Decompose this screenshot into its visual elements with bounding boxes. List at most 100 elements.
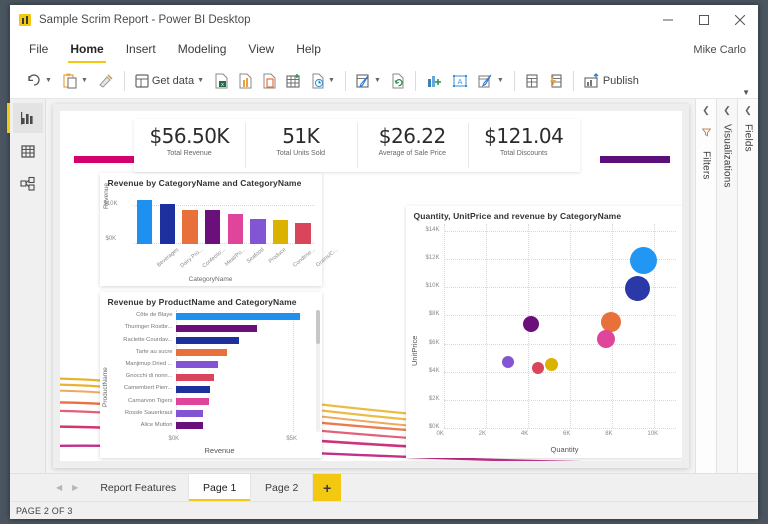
chevron-right-icon[interactable]: ▶ xyxy=(72,483,78,492)
ribbon-tab-file[interactable]: File xyxy=(18,37,59,63)
sidebar-item-data-view[interactable] xyxy=(13,136,43,166)
product-bar[interactable] xyxy=(175,361,219,369)
expand-ribbon-chevron-down-icon[interactable]: ▼ xyxy=(742,88,750,97)
new-measure-button[interactable]: ▼ xyxy=(473,67,509,95)
sidebar-item-report-view[interactable] xyxy=(6,103,43,133)
visual-revenue-by-product-bar-chart[interactable]: Revenue by ProductName and CategoryName … xyxy=(99,292,322,458)
column-bar[interactable] xyxy=(182,209,198,244)
product-bar[interactable] xyxy=(175,422,203,430)
scatter-bubble[interactable] xyxy=(523,315,540,332)
kpi-card-average-sale-price[interactable]: $26.22 Average of Sale Price xyxy=(356,119,469,172)
page-tab-page-2[interactable]: Page 2 xyxy=(251,474,314,501)
product-bar[interactable] xyxy=(175,337,240,344)
column-bar[interactable] xyxy=(272,220,289,244)
kpi-card-total-revenue[interactable]: $56.50K Total Revenue xyxy=(134,119,246,172)
gridline-y xyxy=(443,371,676,373)
product-bar[interactable] xyxy=(175,373,215,381)
column-bar[interactable] xyxy=(137,200,153,244)
format-painter-button[interactable] xyxy=(93,67,119,95)
x-axis-title: CategoryName xyxy=(188,276,233,283)
excel-source-button[interactable]: x xyxy=(209,67,233,95)
chevron-left-icon[interactable]: ❮ xyxy=(702,106,710,115)
chevron-down-icon[interactable]: ▼ xyxy=(328,77,335,84)
kpi-value: 51K xyxy=(282,124,320,148)
product-bar[interactable] xyxy=(175,349,228,357)
add-page-button[interactable]: + xyxy=(313,474,342,501)
chevron-left-icon[interactable]: ◀ xyxy=(56,483,62,492)
gridline-y xyxy=(443,343,676,345)
refresh-button[interactable] xyxy=(386,67,410,95)
x-tick-label: 8K xyxy=(605,431,613,437)
powerbi-dataset-button[interactable] xyxy=(233,67,257,95)
product-bar[interactable] xyxy=(175,324,257,332)
visual-title: Quantity, UnitPrice and revenue by Categ… xyxy=(413,211,622,221)
pane-label: Filters xyxy=(700,151,712,180)
sidebar-item-model-view[interactable] xyxy=(13,169,43,199)
kpi-card-total-units-sold[interactable]: 51K Total Units Sold xyxy=(245,119,357,172)
visual-revenue-by-category-column-chart[interactable]: Revenue by CategoryName and CategoryName… xyxy=(99,173,339,286)
transform-data-button[interactable]: ▼ xyxy=(351,67,386,95)
y-axis-title: ProductName xyxy=(101,367,109,407)
column-bar[interactable] xyxy=(250,218,266,244)
scatter-bubble[interactable] xyxy=(630,247,658,275)
paste-button[interactable]: ▼ xyxy=(57,67,93,95)
scatter-bubble[interactable] xyxy=(501,355,514,368)
ribbon-tab-view[interactable]: View xyxy=(237,37,285,63)
ribbon-toolbar: ▼ ▼ Get data ▼ x ▼ ▼ A ▼ Publish ▼ xyxy=(10,63,758,99)
product-bar[interactable] xyxy=(175,385,210,393)
ribbon-tab-modeling[interactable]: Modeling xyxy=(167,37,238,63)
new-visual-button[interactable] xyxy=(421,67,447,95)
get-data-button[interactable]: Get data ▼ xyxy=(130,67,209,95)
undo-button[interactable]: ▼ xyxy=(20,67,57,95)
maximize-icon[interactable] xyxy=(686,5,722,35)
column-bar[interactable] xyxy=(295,222,311,244)
product-bar[interactable] xyxy=(175,312,301,320)
scatter-bubble[interactable] xyxy=(625,276,651,302)
ribbon-tab-home[interactable]: Home xyxy=(59,37,114,63)
pane-label: Visualizations xyxy=(721,124,733,188)
y-axis-title: UnitPrice xyxy=(409,335,419,366)
chevron-down-icon[interactable]: ▼ xyxy=(81,77,88,84)
recent-sources-button[interactable]: ▼ xyxy=(306,67,340,95)
ribbon-tab-help[interactable]: Help xyxy=(285,37,332,63)
column-bar[interactable] xyxy=(227,214,243,244)
page-tab-bar: ◀ ▶ Report Features Page 1 Page 2 + xyxy=(10,473,758,501)
kpi-card-total-discounts[interactable]: $121.04 Total Discounts xyxy=(468,119,580,172)
pane-filters[interactable]: ❮ Filters xyxy=(695,99,716,473)
chevron-left-icon[interactable]: ❮ xyxy=(744,106,752,115)
pane-fields[interactable]: ❮ Fields xyxy=(737,99,758,473)
x-tick-label: 6K xyxy=(563,431,571,437)
ribbon-tab-insert[interactable]: Insert xyxy=(115,37,167,63)
page-tab-page-1[interactable]: Page 1 xyxy=(189,474,252,501)
workspace: $56.50K Total Revenue 51K Total Units So… xyxy=(6,99,758,473)
title-bar: Sample Scrim Report - Power BI Desktop xyxy=(10,5,758,35)
column-bar[interactable] xyxy=(204,210,221,244)
chevron-down-icon[interactable]: ▼ xyxy=(497,77,504,84)
user-account-label[interactable]: Mike Carlo xyxy=(693,37,746,63)
chevron-down-icon[interactable]: ▼ xyxy=(45,77,52,84)
toolbar-separator xyxy=(414,70,416,91)
bar-chart-scrollbar[interactable] xyxy=(315,310,320,432)
column-bar[interactable] xyxy=(159,204,176,244)
visual-quantity-unitprice-scatter-chart[interactable]: Quantity, UnitPrice and revenue by Categ… xyxy=(405,206,682,458)
chevron-down-icon[interactable]: ▼ xyxy=(374,77,381,84)
pane-visualizations[interactable]: ❮ Visualizations xyxy=(716,99,737,473)
product-bar[interactable] xyxy=(175,410,204,418)
page-tab-report-features[interactable]: Report Features xyxy=(88,474,190,501)
enter-data-button[interactable] xyxy=(281,67,306,95)
scatter-bubble[interactable] xyxy=(544,358,558,372)
quick-measure-button[interactable] xyxy=(520,67,544,95)
category-axis-label: Confectio... xyxy=(201,247,228,270)
close-icon[interactable] xyxy=(722,5,758,35)
product-axis-label: Thuringer Rostbr... xyxy=(124,324,173,331)
publish-button[interactable]: Publish xyxy=(579,67,644,95)
product-bar[interactable] xyxy=(175,398,209,405)
minimize-icon[interactable] xyxy=(650,5,686,35)
chevron-down-icon[interactable]: ▼ xyxy=(197,77,204,84)
chevron-left-icon[interactable]: ❮ xyxy=(723,106,731,115)
report-canvas-area[interactable]: $56.50K Total Revenue 51K Total Units So… xyxy=(46,99,695,473)
new-quick-measure-button[interactable] xyxy=(544,67,568,95)
text-box-button[interactable]: A xyxy=(447,67,473,95)
dataverse-button[interactable] xyxy=(257,67,281,95)
x-tick-label: 4K xyxy=(520,431,529,437)
